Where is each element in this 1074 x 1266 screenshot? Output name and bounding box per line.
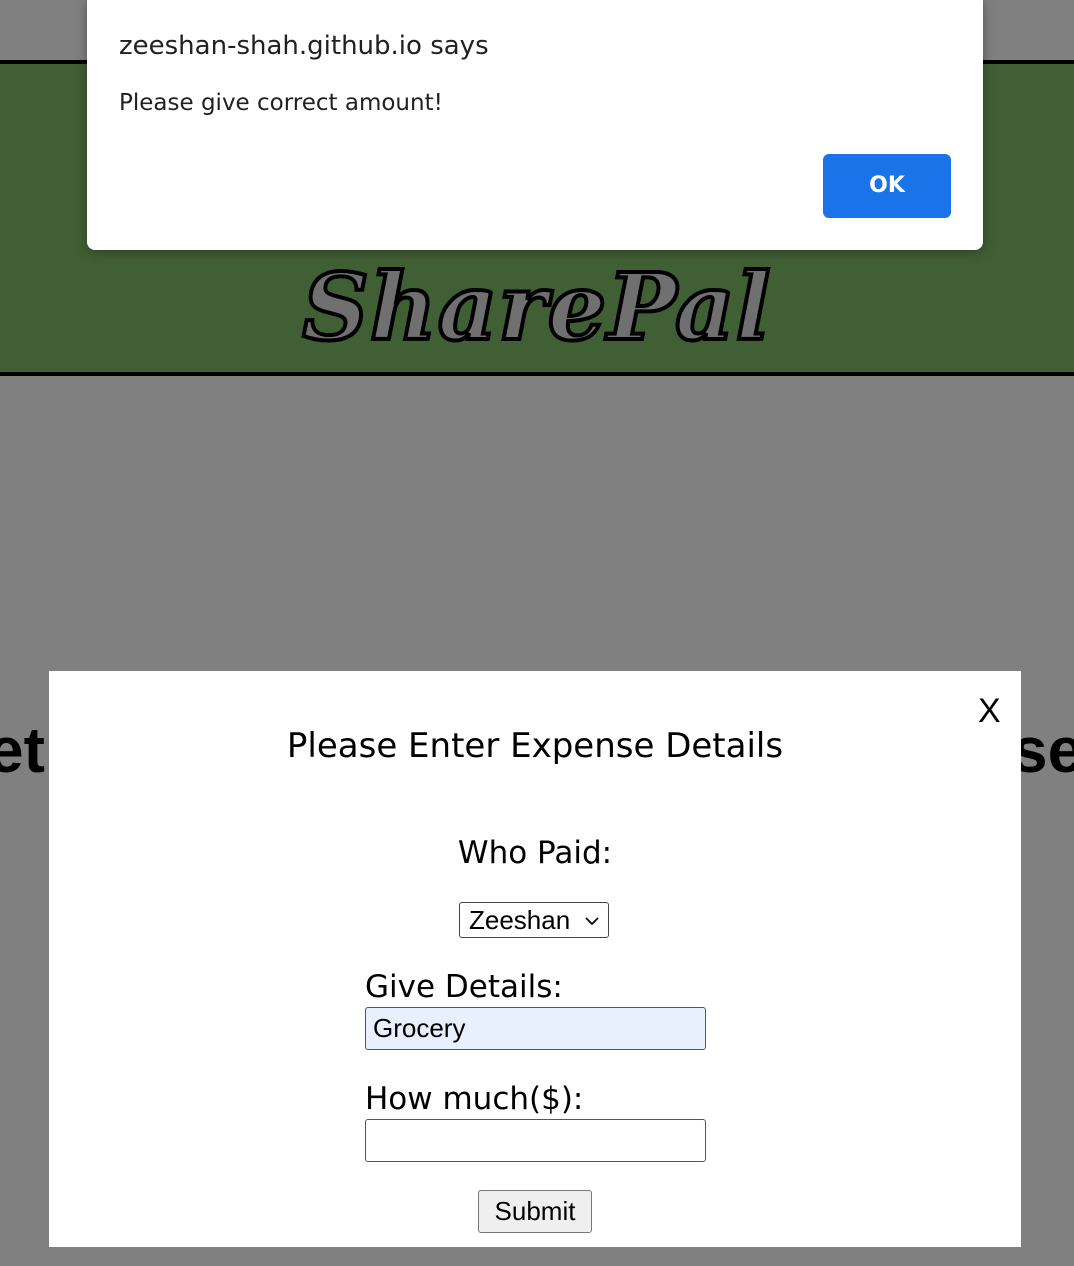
details-label: Give Details: [365, 969, 563, 1005]
expense-modal: X Please Enter Expense Details Who Paid:… [49, 671, 1021, 1247]
submit-button[interactable]: Submit [478, 1190, 592, 1233]
alert-message: Please give correct amount! [119, 90, 443, 116]
amount-input[interactable] [365, 1119, 706, 1162]
page: SharePal et se X Please Enter Expense De… [0, 0, 1074, 1266]
who-paid-select[interactable]: Zeeshan [459, 902, 609, 938]
background-heading-fragment-right: se [1012, 714, 1074, 786]
chevron-down-icon [585, 917, 599, 926]
alert-dialog: zeeshan-shah.github.io says Please give … [87, 0, 983, 250]
sharepal-logo: SharePal [300, 251, 772, 363]
who-paid-label: Who Paid: [457, 835, 613, 871]
details-input[interactable]: Grocery [365, 1007, 706, 1050]
who-paid-selected-value: Zeeshan [469, 905, 571, 935]
ok-button[interactable]: OK [823, 154, 951, 218]
alert-origin-text: zeeshan-shah.github.io says [119, 31, 489, 61]
amount-label: How much($): [365, 1081, 584, 1117]
modal-title: Please Enter Expense Details [286, 726, 784, 766]
background-heading-fragment-left: et [0, 714, 45, 786]
